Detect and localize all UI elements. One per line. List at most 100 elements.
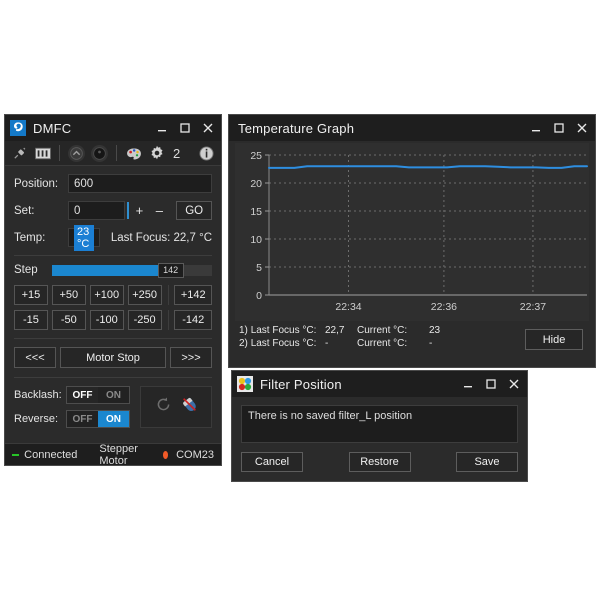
backlash-row: Backlash: OFF ON: [14, 386, 132, 404]
set-label: Set:: [14, 204, 35, 217]
step-plus-100-button[interactable]: +100: [89, 285, 124, 305]
backlash-on-option[interactable]: ON: [98, 387, 129, 403]
step-positive-row: +15 +50 +100 +250 +142: [14, 285, 212, 305]
gear-icon[interactable]: [148, 145, 165, 162]
motor-stop-button[interactable]: Motor Stop: [60, 347, 166, 368]
increment-button[interactable]: +: [129, 201, 149, 220]
step-plus-50-button[interactable]: +50: [51, 285, 86, 305]
legend-1-label: 1) Last Focus °C:: [239, 325, 317, 336]
temp-label: Temp:: [14, 231, 46, 244]
temperature-graph-titlebar[interactable]: Temperature Graph: [229, 115, 595, 141]
dmfc-window: DMFC 2 Position: 600 Set: 0 + – GO Temp:…: [4, 114, 222, 467]
save-button[interactable]: Save: [456, 452, 518, 472]
reverse-on-option[interactable]: ON: [98, 411, 129, 427]
connection-indicator-icon: [12, 453, 20, 456]
minimize-icon[interactable]: [152, 119, 172, 137]
legend-row-1: 1) Last Focus °C: 22,7 Current °C: 23: [239, 325, 440, 336]
svg-text:22:36: 22:36: [431, 301, 457, 313]
motor-move-in-button[interactable]: <<<: [14, 347, 56, 368]
backlash-label: Backlash:: [14, 389, 62, 401]
palette-icon[interactable]: [125, 145, 142, 162]
step-minus-15-button[interactable]: -15: [14, 310, 48, 330]
legend-rows: 1) Last Focus °C: 22,7 Current °C: 23 2)…: [239, 325, 440, 349]
close-icon[interactable]: [198, 119, 218, 137]
mouse-disabled-icon[interactable]: [181, 396, 198, 418]
dmfc-statusbar: Connected Stepper Motor COM23: [5, 442, 221, 467]
decrement-button[interactable]: –: [149, 201, 169, 220]
reverse-toggle[interactable]: OFF ON: [66, 410, 130, 428]
maximize-icon[interactable]: [481, 375, 501, 393]
dmfc-titlebar[interactable]: DMFC: [5, 115, 221, 141]
connection-status-label: Connected: [24, 448, 78, 461]
temperature-chart: 0 5 10 15 20 25 22:34 22:36 22:37: [235, 143, 589, 321]
step-buttons-divider: [167, 285, 169, 305]
position-row: Position: 600: [14, 174, 212, 193]
legend-2-current-value: -: [429, 338, 433, 349]
temp-input[interactable]: 23 °C: [68, 224, 100, 251]
svg-text:22:34: 22:34: [335, 301, 361, 313]
chevron-up-circle-icon[interactable]: [68, 144, 85, 162]
plug-icon[interactable]: [11, 145, 28, 162]
svg-text:10: 10: [250, 234, 262, 246]
go-button[interactable]: GO: [176, 201, 212, 220]
set-row: Set: 0 + – GO: [14, 201, 212, 220]
step-plus-15-button[interactable]: +15: [14, 285, 48, 305]
close-icon[interactable]: [572, 119, 592, 137]
svg-text:22:37: 22:37: [520, 301, 546, 313]
step-plus-250-button[interactable]: +250: [127, 285, 162, 305]
svg-text:25: 25: [250, 150, 262, 162]
knob-icon[interactable]: [91, 144, 108, 162]
set-input[interactable]: 0: [68, 201, 126, 220]
seven-segment-display-icon[interactable]: [34, 145, 51, 162]
svg-text:15: 15: [250, 206, 262, 218]
reverse-row: Reverse: OFF ON: [14, 410, 132, 428]
temperature-graph-title: Temperature Graph: [238, 120, 355, 136]
step-minus-50-button[interactable]: -50: [51, 310, 86, 330]
maximize-icon[interactable]: [549, 119, 569, 137]
hide-button[interactable]: Hide: [525, 329, 583, 350]
step-minus-100-button[interactable]: -100: [89, 310, 124, 330]
temperature-chart-svg: 0 5 10 15 20 25 22:34 22:36 22:37: [250, 150, 588, 313]
info-icon[interactable]: [198, 145, 215, 162]
step-slider-thumb[interactable]: 142: [157, 262, 184, 278]
motor-control-row: <<< Motor Stop >>>: [14, 347, 212, 368]
dmfc-toolbar: 2: [5, 141, 221, 166]
port-label: COM23: [176, 448, 214, 461]
temperature-graph-window: Temperature Graph 0 5 10 15 20 25 22:34 22:36 22…: [228, 114, 596, 368]
minimize-icon[interactable]: [458, 375, 478, 393]
backlash-off-option[interactable]: OFF: [67, 387, 98, 403]
backlash-toggle[interactable]: OFF ON: [66, 386, 130, 404]
button-gap-2: [411, 452, 457, 472]
step-plus-custom-button[interactable]: +142: [174, 285, 212, 305]
position-input[interactable]: 600: [68, 174, 212, 193]
reverse-off-option[interactable]: OFF: [67, 411, 98, 427]
step-slider[interactable]: 142: [52, 262, 212, 278]
step-minus-250-button[interactable]: -250: [127, 310, 162, 330]
step-minus-custom-button[interactable]: -142: [174, 310, 212, 330]
dmfc-window-controls: [152, 115, 221, 141]
minimize-icon[interactable]: [526, 119, 546, 137]
filter-position-title: Filter Position: [260, 376, 342, 392]
filter-position-message[interactable]: There is no saved filter_L position: [241, 405, 518, 443]
maximize-icon[interactable]: [175, 119, 195, 137]
legend-2-value: -: [325, 338, 329, 349]
cancel-button[interactable]: Cancel: [241, 452, 303, 472]
dmfc-logo-icon: [10, 120, 26, 136]
step-label: Step: [14, 264, 38, 276]
close-icon[interactable]: [504, 375, 524, 393]
filter-position-window-controls: [458, 371, 527, 397]
temperature-graph-window-controls: [526, 115, 595, 141]
svg-text:5: 5: [256, 262, 262, 274]
filter-position-body: There is no saved filter_L position Canc…: [232, 397, 527, 480]
divider-2: [14, 338, 212, 339]
restore-button[interactable]: Restore: [348, 452, 411, 472]
legend-2-current-label: Current °C:: [357, 338, 408, 349]
button-gap-1: [303, 452, 349, 472]
device-type-label: Stepper Motor: [99, 442, 138, 467]
filter-position-titlebar[interactable]: Filter Position: [232, 371, 527, 397]
temp-value: 23 °C: [74, 224, 94, 251]
toggle-column: Backlash: OFF ON Reverse: OFF ON: [14, 386, 132, 434]
set-stepper: + –: [127, 201, 169, 220]
rotate-icon[interactable]: [155, 396, 172, 418]
motor-move-out-button[interactable]: >>>: [170, 347, 212, 368]
